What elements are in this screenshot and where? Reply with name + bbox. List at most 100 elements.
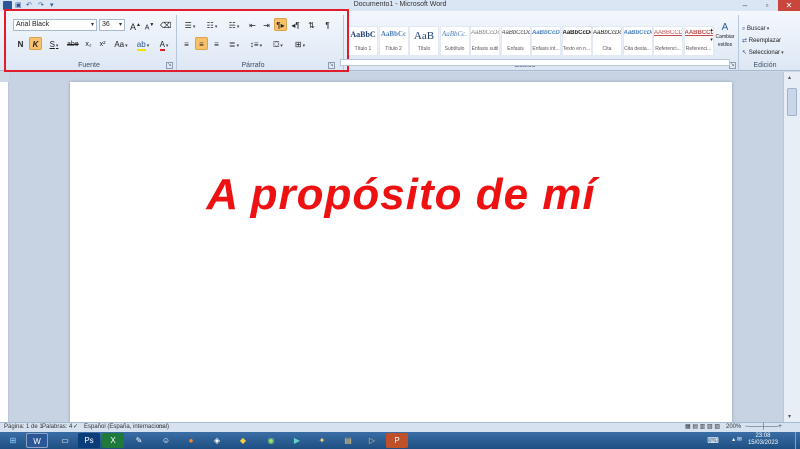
style-name-label: Énfasis	[507, 46, 524, 52]
style-sample-text: AaBbCcDc	[532, 30, 560, 36]
bullets-button[interactable]: ☰▾	[180, 18, 200, 31]
show-formatting-button[interactable]: ¶	[321, 18, 334, 31]
align-left-button[interactable]: ≡	[180, 37, 193, 50]
style-gallery-item[interactable]: AaBbCcDc Cita	[592, 26, 622, 56]
paragraph-dialog-launcher-icon[interactable]: ↘	[328, 62, 335, 69]
underline-button[interactable]: S▾	[44, 37, 64, 50]
taskbar-photoshop-icon[interactable]: Ps	[78, 433, 100, 448]
scrollbar-thumb[interactable]	[787, 88, 797, 116]
tray-icons[interactable]: ▴ ✉ ♪	[730, 433, 744, 448]
style-gallery-item[interactable]: AaBbCcDc Énfasis	[500, 26, 531, 56]
spellcheck-icon[interactable]: ✓	[73, 423, 78, 432]
taskbar-word-icon[interactable]: W	[26, 433, 48, 448]
strikethrough-button[interactable]: abe	[66, 37, 80, 50]
page-count-status[interactable]: Página: 1 de 1	[4, 423, 43, 432]
taskbar-app-icon[interactable]: ◈	[206, 433, 228, 448]
document-heading-text[interactable]: A propósito de mí	[70, 170, 732, 220]
taskbar-app-icon[interactable]: ◆	[232, 433, 254, 448]
clear-format-button[interactable]: ⌫	[159, 18, 172, 31]
start-windows-icon[interactable]: ⊞	[2, 433, 24, 448]
taskbar-folder-icon[interactable]: ▤	[337, 433, 359, 448]
select-button[interactable]: ↖ Seleccionar▾	[741, 46, 798, 59]
keyboard-icon[interactable]: ⌨	[706, 433, 720, 448]
grow-font-button[interactable]: A▲	[129, 18, 142, 32]
style-gallery-item[interactable]: AaBbCc. Subtítulo	[439, 26, 470, 56]
style-sample-text: AaBbCcDc	[623, 30, 652, 36]
taskbar-app-icon[interactable]: ◉	[260, 433, 282, 448]
align-center-button[interactable]: ≡	[195, 37, 208, 50]
style-gallery-item[interactable]: AaBbCcDc Énfasis int...	[531, 26, 561, 56]
line-spacing-button[interactable]: ↕≡▾	[246, 37, 266, 50]
numbering-button[interactable]: ☷▾	[202, 18, 222, 31]
change-case-label: Aa	[114, 40, 125, 49]
style-name-label: Cita	[602, 46, 612, 52]
styles-dialog-launcher-icon[interactable]: ↘	[729, 62, 736, 69]
taskbar-folder-icon[interactable]: ▭	[54, 433, 76, 448]
vertical-scrollbar[interactable]: ▴ ▾	[783, 72, 800, 422]
chevron-down-icon[interactable]: ▾	[788, 413, 791, 420]
font-color-button[interactable]: A▾	[154, 37, 174, 51]
font-size-combo[interactable]: 36 ▾	[99, 19, 125, 31]
rtl-direction-button[interactable]: ◂¶	[289, 18, 302, 31]
taskbar-clock[interactable]: 23:08 15/03/2023	[748, 433, 778, 447]
zoom-level[interactable]: 200%	[726, 423, 741, 432]
taskbar-users-icon[interactable]: ☺	[155, 433, 177, 448]
borders-button[interactable]: ⊞▾	[290, 37, 310, 50]
chevron-up-icon[interactable]: ▴	[788, 74, 791, 81]
taskbar-gimp-icon[interactable]: ✎	[128, 433, 150, 448]
font-dialog-launcher-icon[interactable]: ↘	[166, 62, 173, 69]
taskbar-excel-icon[interactable]: X	[102, 433, 124, 448]
clock-date: 15/03/2023	[747, 440, 778, 446]
language-status[interactable]: Español (España, internacional)	[84, 423, 169, 432]
style-name-label: Título	[417, 46, 431, 52]
highlight-color-button[interactable]: ab▾	[133, 37, 153, 51]
style-gallery-item[interactable]: AaBbCcDc Cita desta...	[622, 26, 653, 56]
style-gallery-item[interactable]: AaBbCcDc Texto en n...	[561, 26, 592, 56]
vertical-ruler[interactable]	[0, 82, 9, 422]
taskbar-firefox-icon[interactable]: ●	[180, 433, 202, 448]
align-right-button[interactable]: ≡	[210, 37, 223, 50]
style-gallery-item[interactable]: AaBbCc Título 2	[378, 26, 409, 56]
style-gallery-item[interactable]: AaBbC Título 1	[348, 26, 378, 56]
binoculars-icon: ⌕	[742, 26, 746, 32]
change-case-button[interactable]: Aa▾	[111, 37, 131, 50]
multilevel-list-button[interactable]: ☵▾	[224, 18, 244, 31]
taskbar-powerpoint-icon[interactable]: P	[386, 433, 408, 448]
word-count-status[interactable]: Palabras: 4	[42, 423, 72, 432]
sort-button[interactable]: ⇅	[305, 18, 318, 31]
zoom-slider[interactable]: −───┼───+	[745, 423, 782, 432]
show-desktop-button[interactable]	[795, 432, 800, 449]
justify-button[interactable]: ≣▾	[225, 37, 243, 50]
close-button[interactable]: ✕	[778, 0, 800, 11]
style-gallery-item[interactable]: AABBCCDI Referenci...	[653, 26, 683, 56]
align-right-icon: ≡	[214, 40, 219, 49]
clock-time: 23:08	[755, 433, 771, 439]
increase-indent-button[interactable]: ⇥	[260, 18, 273, 31]
window-title: Documento1 - Microsoft Word	[353, 1, 447, 8]
shrink-font-button[interactable]: A▼	[143, 18, 156, 31]
ltr-direction-button[interactable]: ¶▸	[274, 18, 287, 31]
decrease-indent-button[interactable]: ⇤	[246, 18, 259, 31]
minimize-button[interactable]: –	[734, 0, 756, 11]
view-buttons[interactable]: ▦ ▤ ▥ ▧ ▨	[685, 423, 720, 432]
taskbar-app-icon[interactable]: ✦	[311, 433, 333, 448]
chevron-down-icon: ▾	[55, 43, 59, 49]
bold-button[interactable]: N	[14, 37, 27, 50]
change-styles-button[interactable]: A Cambiar estilos	[714, 23, 736, 61]
macro-record-icon[interactable]: ▭	[158, 423, 164, 432]
taskbar-app-icon[interactable]: ▶	[286, 433, 308, 448]
style-gallery-item[interactable]: AaBbCcDc Énfasis sutil	[470, 26, 500, 56]
paragraph-group-label: Párrafo	[241, 62, 265, 69]
group-separator	[176, 15, 177, 70]
subscript-button[interactable]: x₂	[82, 37, 95, 50]
chevron-down-icon: ▾	[118, 22, 122, 28]
maximize-button[interactable]: ▫	[756, 0, 778, 11]
italic-button[interactable]: K	[29, 37, 42, 50]
style-gallery-item[interactable]: AaB Título	[409, 26, 439, 56]
taskbar-media-icon[interactable]: ▷	[361, 433, 383, 448]
horizontal-ruler[interactable]	[340, 59, 730, 66]
font-family-combo[interactable]: Arial Black ▾	[13, 19, 97, 31]
document-page[interactable]: A propósito de mí	[70, 82, 732, 424]
superscript-button[interactable]: x²	[96, 37, 109, 50]
shading-button[interactable]: ⛋▾	[268, 37, 288, 50]
